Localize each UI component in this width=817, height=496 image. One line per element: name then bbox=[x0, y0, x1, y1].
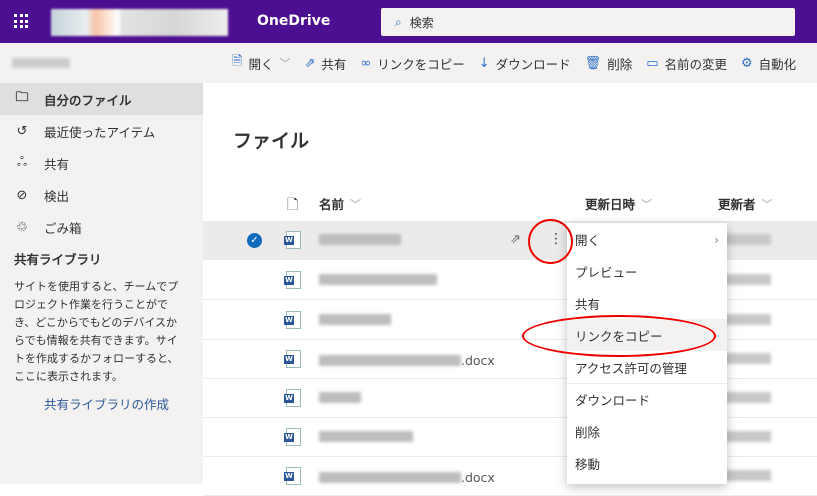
organization-logo bbox=[51, 9, 228, 36]
trash-icon: 🗑 bbox=[584, 55, 602, 71]
word-file-icon: W bbox=[284, 350, 301, 368]
menu-item-delete[interactable]: 削除 bbox=[567, 415, 727, 447]
file-name[interactable] bbox=[319, 234, 401, 245]
page-title: ファイル bbox=[233, 130, 310, 152]
file-name[interactable] bbox=[319, 314, 391, 325]
app-name[interactable]: OneDrive bbox=[257, 13, 330, 29]
automate-icon: ⚙ bbox=[741, 55, 753, 71]
create-shared-library-link[interactable]: 共有ライブラリの作成 bbox=[0, 386, 203, 413]
word-icon: 🗎 bbox=[232, 54, 243, 69]
annotation-circle bbox=[528, 219, 573, 264]
open-button[interactable]: 🗎 開く ﹀ bbox=[232, 52, 290, 74]
modified-by bbox=[725, 470, 771, 481]
word-file-icon: W bbox=[284, 271, 301, 289]
download-button[interactable]: ↓ ダウンロード bbox=[479, 54, 571, 73]
sidebar-item-my-files[interactable]: 🗀 自分のファイル bbox=[0, 83, 203, 115]
sidebar-item-discover[interactable]: ⊘ 検出 bbox=[0, 179, 203, 211]
shared-libraries-heading: 共有ライブラリ bbox=[14, 252, 102, 267]
word-file-icon: W bbox=[284, 389, 301, 407]
command-bar: 🗎 開く ﹀ ⇗ 共有 ∞ リンクをコピー ↓ ダウンロード 🗑 削除 ▭ 名前の変更 ⚙ 自動… bbox=[0, 43, 817, 83]
file-name[interactable] bbox=[319, 431, 413, 442]
download-icon: ↓ bbox=[478, 55, 490, 71]
automate-button[interactable]: ⚙ 自動化 bbox=[741, 54, 796, 73]
link-icon: ∞ bbox=[360, 55, 372, 71]
menu-item-open[interactable]: 開く › bbox=[567, 223, 727, 255]
delete-button[interactable]: 🗑 削除 bbox=[585, 54, 633, 73]
column-header-name[interactable]: 名前 ﹀ bbox=[319, 194, 361, 213]
menu-item-preview[interactable]: プレビュー bbox=[567, 255, 727, 287]
modified-by bbox=[725, 314, 771, 325]
people-icon: ஃ bbox=[16, 155, 28, 170]
shared-libraries-description: サイトを使用すると、チームでプロジェクト作業を行うことができ、どこからでもどのデ… bbox=[14, 280, 179, 383]
file-name[interactable] bbox=[319, 392, 361, 403]
app-launcher-icon[interactable] bbox=[14, 14, 28, 28]
sidebar-item-recent[interactable]: ↺ 最近使ったアイテム bbox=[0, 115, 203, 147]
share-icon[interactable]: ⇗ bbox=[510, 232, 521, 247]
search-box[interactable]: ⌕ 検索 bbox=[381, 8, 795, 36]
chevron-down-icon: ﹀ bbox=[761, 197, 773, 211]
file-type-header[interactable]: 🗋 bbox=[287, 194, 298, 218]
rename-icon: ▭ bbox=[646, 55, 659, 71]
top-bar: OneDrive ⌕ 検索 bbox=[0, 0, 817, 43]
annotation-ellipse bbox=[522, 315, 716, 357]
modified-by bbox=[725, 234, 771, 245]
modified-by bbox=[725, 392, 771, 403]
share-icon: ⇗ bbox=[304, 55, 316, 71]
recycle-bin-icon: ♲ bbox=[16, 219, 28, 235]
file-icon: 🗋 bbox=[287, 197, 299, 213]
share-button[interactable]: ⇗ 共有 bbox=[304, 54, 346, 73]
rename-button[interactable]: ▭ 名前の変更 bbox=[646, 54, 727, 73]
search-placeholder: 検索 bbox=[409, 15, 434, 30]
sidebar-item-recycle-bin[interactable]: ♲ ごみ箱 bbox=[0, 211, 203, 243]
copy-link-button[interactable]: ∞ リンクをコピー bbox=[360, 54, 464, 73]
checkmark-icon[interactable]: ✓ bbox=[247, 233, 262, 248]
folder-icon: 🗀 bbox=[15, 90, 29, 105]
menu-item-share[interactable]: 共有 bbox=[567, 287, 727, 319]
menu-item-move[interactable]: 移動 bbox=[567, 447, 727, 479]
search-icon: ⌕ bbox=[395, 14, 402, 29]
chevron-down-icon: ﹀ bbox=[641, 197, 653, 211]
chevron-right-icon: › bbox=[714, 231, 719, 247]
word-file-icon: W bbox=[284, 428, 301, 446]
modified-by bbox=[725, 431, 771, 442]
chevron-down-icon: ﹀ bbox=[279, 57, 291, 70]
column-header-modified[interactable]: 更新日時 ﹀ bbox=[585, 194, 652, 213]
chevron-down-icon: ﹀ bbox=[350, 197, 362, 211]
history-icon: ↺ bbox=[16, 123, 28, 139]
sidebar-item-shared[interactable]: ஃ 共有 bbox=[0, 147, 203, 179]
word-file-icon: W bbox=[284, 467, 301, 485]
file-name[interactable]: .docx bbox=[319, 470, 495, 485]
word-file-icon: W bbox=[284, 231, 301, 249]
menu-item-download[interactable]: ダウンロード bbox=[567, 383, 727, 415]
file-name[interactable] bbox=[319, 274, 437, 285]
user-name bbox=[12, 58, 70, 68]
compass-icon: ⊘ bbox=[16, 187, 28, 203]
modified-by bbox=[725, 274, 771, 285]
modified-by bbox=[725, 353, 771, 364]
sidebar: 🗀 自分のファイル ↺ 最近使ったアイテム ஃ 共有 ⊘ 検出 ♲ ごみ箱 共有ライブラリ… bbox=[0, 83, 203, 484]
word-file-icon: W bbox=[284, 311, 301, 329]
file-name[interactable]: .docx bbox=[319, 353, 495, 368]
column-header-modified-by[interactable]: 更新者 ﹀ bbox=[718, 194, 773, 213]
